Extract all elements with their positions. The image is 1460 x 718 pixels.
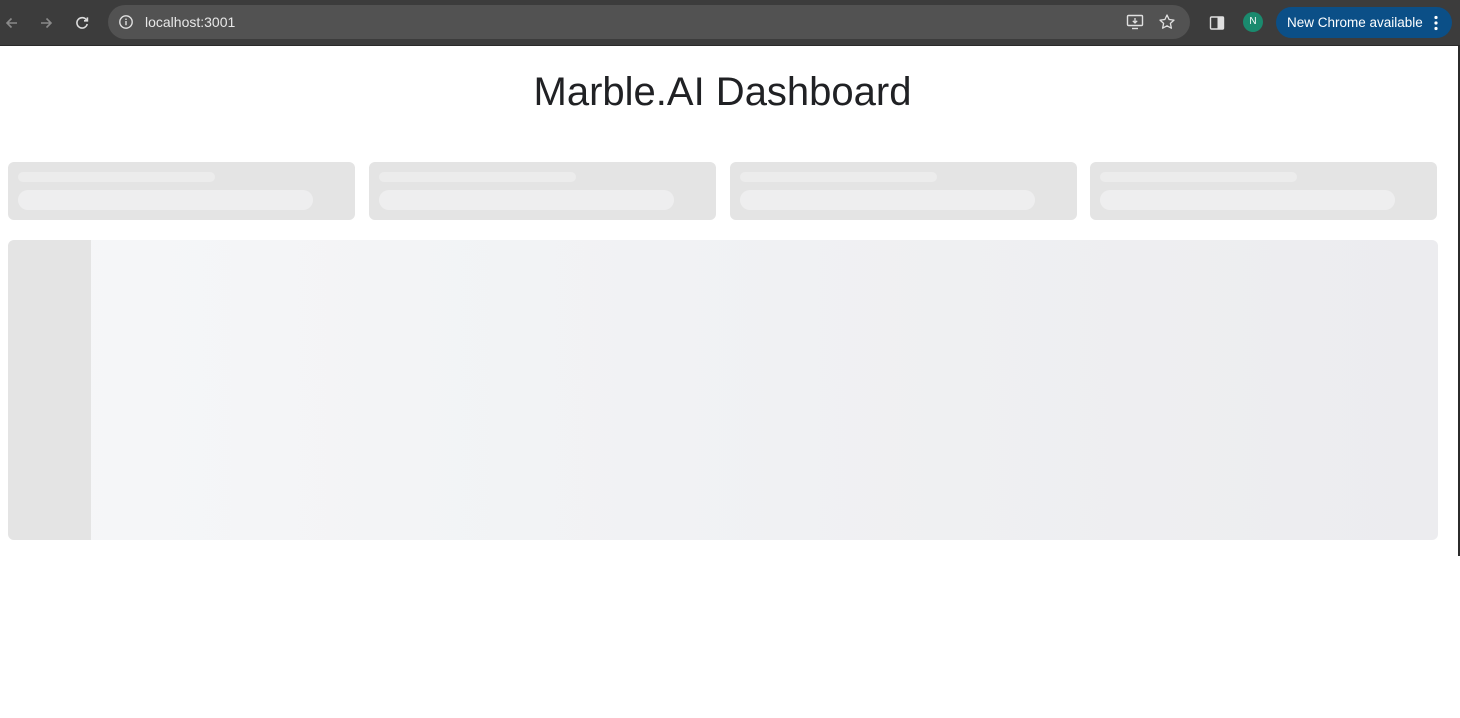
skeleton-label-line: [18, 172, 215, 182]
browser-toolbar: localhost:3001 N New Chrome available: [0, 0, 1460, 46]
skeleton-value-line: [1100, 190, 1395, 210]
skeleton-value-line: [18, 190, 313, 210]
stat-card-skeleton: [1090, 162, 1437, 220]
skeleton-value-line: [740, 190, 1035, 210]
url-text[interactable]: localhost:3001: [145, 13, 235, 31]
address-bar[interactable]: localhost:3001: [108, 5, 1190, 39]
reload-button[interactable]: [70, 11, 94, 35]
arrow-right-icon: [38, 15, 54, 31]
update-label: New Chrome available: [1287, 15, 1423, 30]
main-panel-skeleton: [8, 240, 1438, 540]
star-icon[interactable]: [1157, 12, 1177, 32]
panel-sidebar-skeleton: [8, 240, 91, 540]
skeleton-value-line: [379, 190, 674, 210]
stat-card-skeleton: [730, 162, 1077, 220]
skeleton-label-line: [1100, 172, 1297, 182]
info-icon[interactable]: [116, 12, 136, 32]
dashboard-page: Marble.AI Dashboard: [0, 46, 1460, 718]
side-panel-icon[interactable]: [1206, 12, 1228, 34]
kebab-menu-icon[interactable]: [1428, 13, 1444, 33]
back-button[interactable]: [0, 11, 24, 35]
forward-button[interactable]: [34, 11, 58, 35]
profile-avatar[interactable]: N: [1243, 12, 1263, 32]
reload-icon: [74, 15, 90, 31]
arrow-left-icon: [4, 15, 20, 31]
skeleton-label-line: [379, 172, 576, 182]
install-app-icon[interactable]: [1125, 12, 1145, 32]
stat-card-skeleton: [369, 162, 716, 220]
skeleton-label-line: [740, 172, 937, 182]
stat-card-skeleton: [8, 162, 355, 220]
page-title: Marble.AI Dashboard: [533, 70, 912, 114]
new-chrome-available-button[interactable]: New Chrome available: [1276, 7, 1452, 38]
